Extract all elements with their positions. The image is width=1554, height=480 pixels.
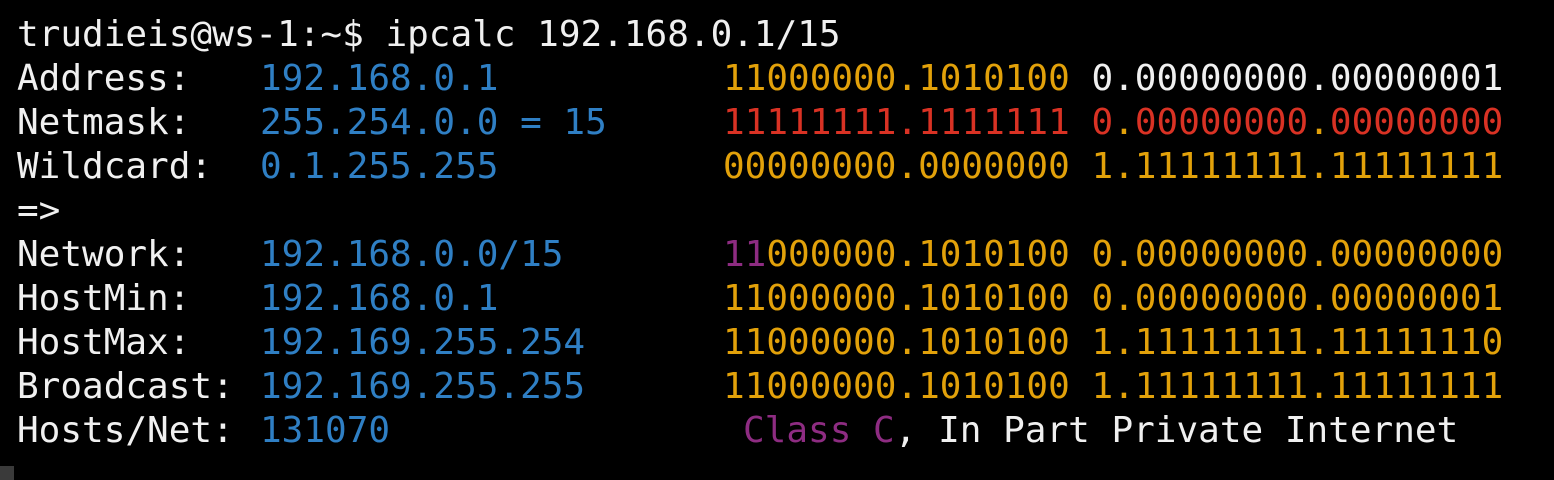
network-value: 192.168.0.0/15	[260, 234, 564, 275]
broadcast-label: Broadcast:	[17, 366, 234, 407]
class-info: Class C, In Part Private Internet	[743, 409, 1458, 453]
netmask-binary-end: 00000000	[1329, 102, 1504, 143]
network-label: Network:	[17, 234, 191, 275]
hostmax-row: HostMax: 192.169.255.254 11000000.101010…	[17, 321, 1503, 365]
class-note: , In Part Private Internet	[894, 410, 1459, 451]
netmask-binary-dot-2: .	[1308, 102, 1330, 143]
address-value: 192.168.0.1	[260, 58, 499, 99]
wildcard-binary-suffix: 1.11111111.11111111	[1069, 146, 1504, 187]
address-label: Address:	[17, 58, 191, 99]
command-line: trudieis@ws-1:~$ ipcalc 192.168.0.1/15	[17, 14, 841, 55]
hosts-row: Hosts/Net: 131070 Class C, In Part Priva…	[17, 409, 1458, 453]
hosts-label: Hosts/Net:	[17, 410, 234, 451]
hostmin-label: HostMin:	[17, 278, 191, 319]
address-binary-prefix: 11000000.1010100	[723, 58, 1070, 99]
hosts-value: 131070	[260, 410, 391, 451]
netmask-binary-dot-1: .	[1113, 102, 1135, 143]
address-row: Address: 192.168.0.1 11000000.1010100 0.…	[17, 57, 1503, 101]
scrollbar-corner[interactable]	[0, 466, 14, 480]
hostmax-label: HostMax:	[17, 322, 191, 363]
hostmax-value: 192.169.255.254	[260, 322, 586, 363]
network-binary-suffix: 0.00000000.00000000	[1069, 234, 1504, 275]
network-row: Network: 192.168.0.0/15 11000000.1010100…	[17, 233, 1503, 277]
network-binary: 11000000.1010100 0.00000000.00000000	[723, 233, 1503, 277]
hostmin-binary-suffix: 0.00000000.00000001	[1069, 278, 1504, 319]
netmask-binary-bit: 0	[1091, 102, 1114, 143]
netmask-binary: 11111111.1111111 0.00000000.00000000	[723, 101, 1503, 145]
netmask-binary-prefix: 11111111.1111111	[723, 102, 1070, 143]
hostmax-binary-prefix: 11000000.1010100	[723, 322, 1070, 363]
hostmax-binary: 11000000.1010100 1.11111111.11111110	[723, 321, 1503, 365]
network-binary-prefix: 000000.1010100	[766, 234, 1070, 275]
broadcast-binary-suffix: 1.11111111.11111111	[1069, 366, 1504, 407]
wildcard-label: Wildcard:	[17, 146, 213, 187]
address-binary-boundary: 0.00000000.00000001	[1069, 58, 1504, 99]
address-binary: 11000000.1010100 0.00000000.00000001	[723, 57, 1503, 101]
hostmin-value: 192.168.0.1	[260, 278, 499, 319]
netmask-label: Netmask:	[17, 102, 191, 143]
hostmin-row: HostMin: 192.168.0.1 11000000.1010100 0.…	[17, 277, 1503, 321]
broadcast-binary: 11000000.1010100 1.11111111.11111111	[723, 365, 1503, 409]
wildcard-binary-prefix: 00000000.0000000	[723, 146, 1070, 187]
hostmax-binary-suffix: 1.11111111.11111110	[1069, 322, 1504, 363]
wildcard-row: Wildcard: 0.1.255.255 00000000.0000000 1…	[17, 145, 1503, 189]
netmask-binary-mid: 00000000	[1134, 102, 1309, 143]
broadcast-row: Broadcast: 192.169.255.255 11000000.1010…	[17, 365, 1503, 409]
wildcard-value: 0.1.255.255	[260, 146, 499, 187]
netmask-row: Netmask: 255.254.0.0 = 15 11111111.11111…	[17, 101, 1503, 145]
hostmin-binary: 11000000.1010100 0.00000000.00000001	[723, 277, 1503, 321]
netmask-value: 255.254.0.0 = 15	[260, 102, 607, 143]
arrow-row: =>	[17, 189, 104, 233]
hostmin-binary-prefix: 11000000.1010100	[723, 278, 1070, 319]
wildcard-binary: 00000000.0000000 1.11111111.11111111	[723, 145, 1503, 189]
broadcast-value: 192.169.255.255	[260, 366, 586, 407]
class-label: Class C	[743, 410, 895, 451]
arrow-indicator: =>	[17, 190, 61, 231]
netmask-binary-space	[1070, 102, 1092, 143]
network-class-bits: 11	[723, 234, 767, 275]
broadcast-binary-prefix: 11000000.1010100	[723, 366, 1070, 407]
terminal-window[interactable]: trudieis@ws-1:~$ ipcalc 192.168.0.1/15 A…	[0, 0, 1554, 480]
